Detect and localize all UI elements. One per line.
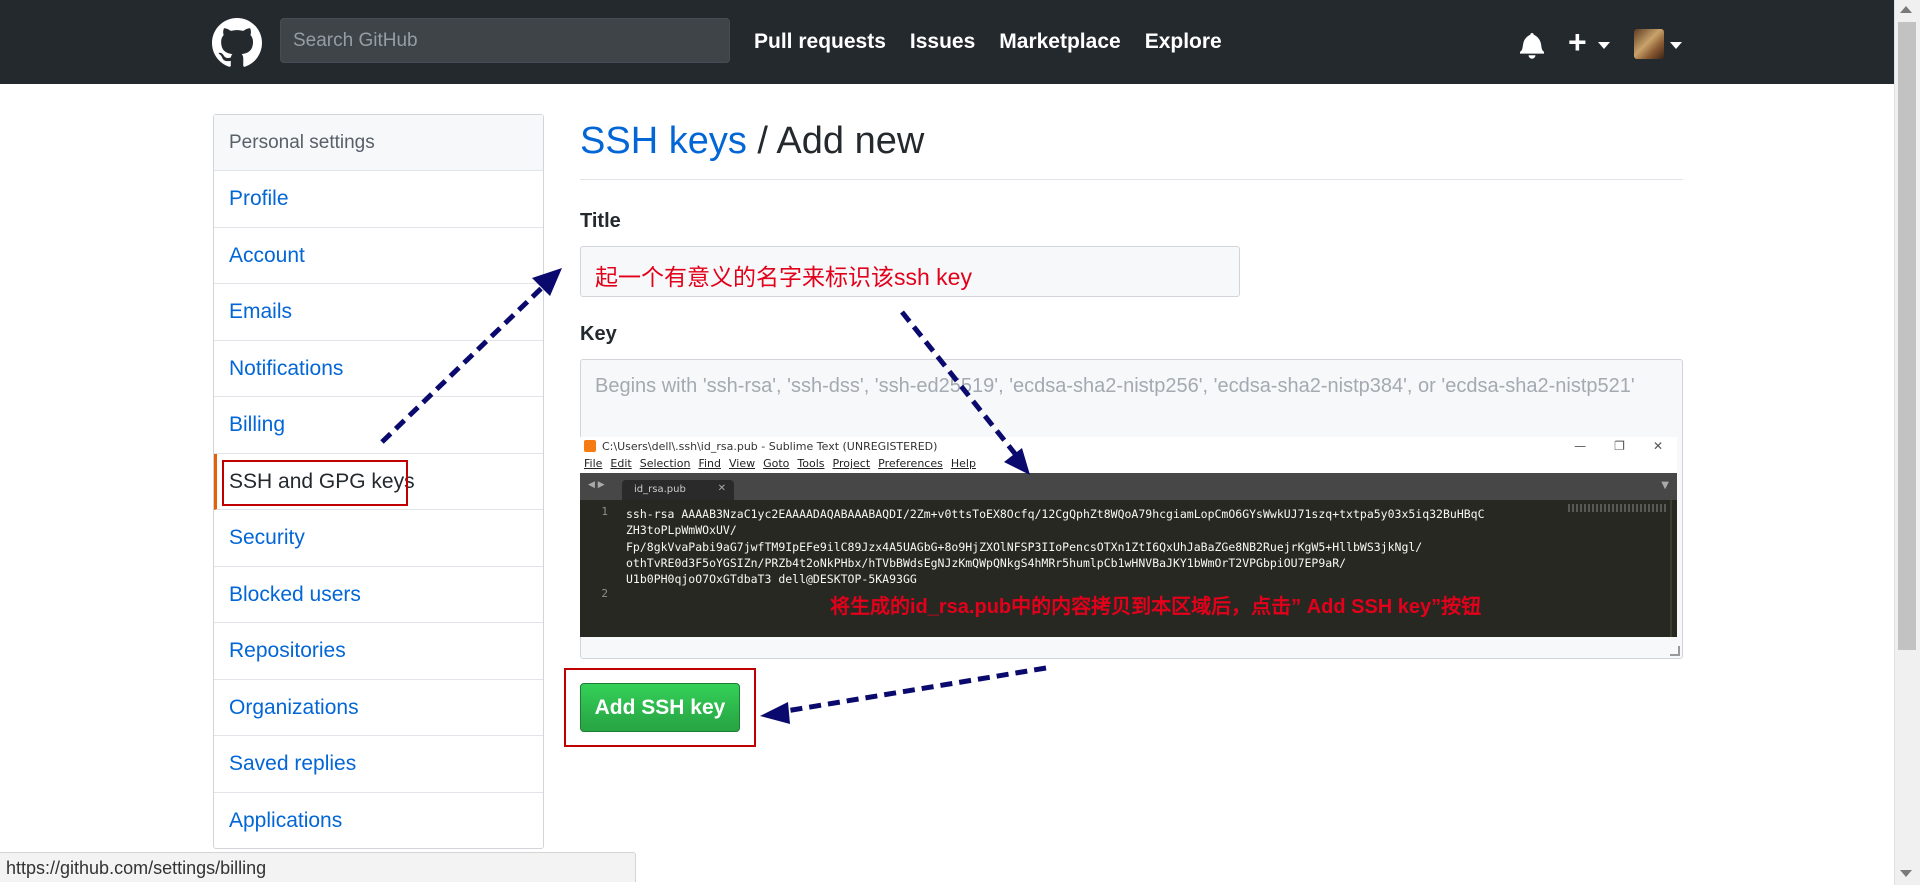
bell-icon[interactable] <box>1520 31 1544 59</box>
sidebar-item-blocked-users[interactable]: Blocked users <box>214 567 543 623</box>
editor-scrollbar[interactable] <box>1670 500 1672 637</box>
nav-pull-requests[interactable]: Pull requests <box>754 30 886 54</box>
line-number: 2 <box>601 587 608 600</box>
restore-icon[interactable]: ❐ <box>1614 439 1625 453</box>
sidebar-item-saved-replies[interactable]: Saved replies <box>214 736 543 793</box>
tab-label: id_rsa.pub <box>634 484 686 495</box>
code-line: ZH3toPLpWmWOxUV/ <box>626 523 737 538</box>
menu-selection[interactable]: Selection <box>640 457 691 473</box>
sidebar-item-account[interactable]: Account <box>214 228 543 284</box>
code-line: U1b0PH0qjoO7OxGTdbaT3 dell@DESKTOP-5KA93… <box>626 572 917 587</box>
resize-handle-icon[interactable] <box>1670 646 1680 656</box>
sidebar-heading: Personal settings <box>214 115 543 171</box>
menu-file[interactable]: File <box>584 457 602 473</box>
add-ssh-key-button[interactable]: Add SSH key <box>580 683 740 732</box>
sidebar-item-applications[interactable]: Applications <box>214 793 543 850</box>
code-content: ssh-rsa AAAAB3NzaC1yc2EAAAADAQABAAABAQDI… <box>626 506 1485 587</box>
code-line: ssh-rsa AAAAB3NzaC1yc2EAAAADAQABAAABAQDI… <box>626 507 1485 521</box>
menu-preferences[interactable]: Preferences <box>878 457 943 473</box>
instruction-annotation: 将生成的id_rsa.pub中的内容拷贝到本区域后，点击” Add SSH ke… <box>830 596 1482 618</box>
close-icon[interactable]: ✕ <box>1653 439 1663 453</box>
sidebar-item-profile[interactable]: Profile <box>214 171 543 228</box>
tab-nav-arrows-icon[interactable]: ◀ ▶ <box>588 480 605 490</box>
tab-id-rsa-pub[interactable]: id_rsa.pub ✕ <box>622 480 734 500</box>
sublime-titlebar: C:\Users\dell\.ssh\id_rsa.pub - Sublime … <box>580 437 1677 456</box>
divider <box>580 179 1683 180</box>
line-gutter: 1 2 <box>580 500 614 637</box>
status-bar-url: https://github.com/settings/billing <box>0 852 636 882</box>
sublime-menubar: File Edit Selection Find View Goto Tools… <box>580 456 1677 473</box>
nav-issues[interactable]: Issues <box>910 30 975 54</box>
menu-tools[interactable]: Tools <box>797 457 824 473</box>
title-field[interactable]: 起一个有意义的名字来标识该ssh key <box>580 246 1240 297</box>
minimap[interactable] <box>1568 504 1668 512</box>
menu-view[interactable]: View <box>729 457 755 473</box>
scroll-up-arrow-icon[interactable] <box>1900 6 1912 13</box>
sublime-tabbar: ◀ ▶ id_rsa.pub ✕ ▼ <box>580 473 1677 500</box>
key-placeholder: Begins with 'ssh-rsa', 'ssh-dss', 'ssh-e… <box>595 375 1635 397</box>
code-line: Fp/8gkVvaPabi9aG7jwfTM9IpEFe9ilC89Jzx4A5… <box>626 539 1423 554</box>
avatar[interactable] <box>1634 29 1664 59</box>
window-buttons: — ❐ ✕ <box>1574 439 1663 453</box>
top-header: Search GitHub Pull requests Issues Marke… <box>0 0 1894 84</box>
menu-find[interactable]: Find <box>698 457 721 473</box>
code-line: othTvRE0d3F5oYGSIZn/PRZb4t2oNkPHbx/hTVbB… <box>626 555 1347 570</box>
tab-dropdown-icon[interactable]: ▼ <box>1661 480 1669 491</box>
key-label: Key <box>580 323 617 345</box>
sidebar-item-emails[interactable]: Emails <box>214 284 543 341</box>
menu-project[interactable]: Project <box>833 457 871 473</box>
menu-goto[interactable]: Goto <box>763 457 789 473</box>
github-logo-icon[interactable] <box>212 18 262 68</box>
page-title: SSH keys / Add new <box>580 120 924 163</box>
sidebar-item-security[interactable]: Security <box>214 510 543 567</box>
chevron-down-icon[interactable] <box>1598 42 1610 49</box>
nav-explore[interactable]: Explore <box>1145 30 1222 54</box>
arrow-to-add-button <box>779 665 1047 715</box>
line-number: 1 <box>601 505 608 518</box>
sidebar-item-billing[interactable]: Billing <box>214 397 543 454</box>
menu-edit[interactable]: Edit <box>610 457 631 473</box>
sidebar-item-notifications[interactable]: Notifications <box>214 341 543 397</box>
scrollbar-thumb[interactable] <box>1898 22 1916 650</box>
arrowhead-icon <box>760 702 790 724</box>
menu-help[interactable]: Help <box>951 457 976 473</box>
title-label: Title <box>580 210 621 232</box>
page-title-text: / Add new <box>746 120 925 162</box>
breadcrumb-ssh-keys-link[interactable]: SSH keys <box>580 120 747 162</box>
sidebar-item-ssh-gpg-keys[interactable]: SSH and GPG keys <box>214 453 543 510</box>
sublime-window-title: C:\Users\dell\.ssh\id_rsa.pub - Sublime … <box>602 440 938 453</box>
minimize-icon[interactable]: — <box>1574 439 1586 453</box>
search-input[interactable]: Search GitHub <box>280 18 730 63</box>
nav-marketplace[interactable]: Marketplace <box>999 30 1120 54</box>
sidebar-item-repositories[interactable]: Repositories <box>214 623 543 680</box>
chevron-down-icon[interactable] <box>1670 42 1682 49</box>
tab-close-icon[interactable]: ✕ <box>718 483 726 494</box>
sidebar-item-organizations[interactable]: Organizations <box>214 680 543 736</box>
top-nav: Pull requests Issues Marketplace Explore <box>754 30 1222 54</box>
settings-sidebar: Personal settings Profile Account Emails… <box>213 114 544 849</box>
highlight-box <box>222 459 408 506</box>
plus-icon[interactable]: + <box>1568 22 1587 62</box>
sublime-app-icon <box>584 440 596 452</box>
scroll-down-arrow-icon[interactable] <box>1900 870 1912 877</box>
